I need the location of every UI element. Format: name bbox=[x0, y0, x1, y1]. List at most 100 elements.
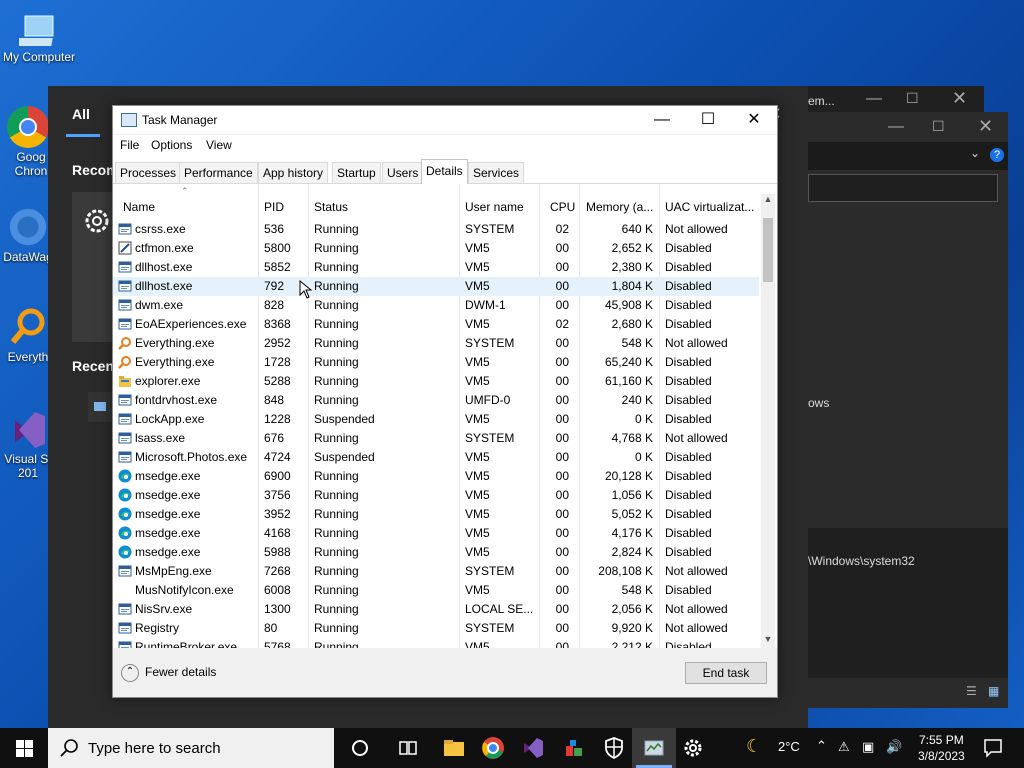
cell-name: MusNotifyIcon.exe bbox=[135, 583, 234, 597]
file-explorer-icon[interactable] bbox=[442, 736, 466, 760]
large-icons-view-icon[interactable]: ▦ bbox=[988, 684, 999, 698]
table-row[interactable]: lsass.exe 676 Running SYSTEM 00 4,768 K Not al… bbox=[113, 429, 759, 448]
table-row[interactable]: LockApp.exe 1228 Suspended VM5 00 0 K Disabled bbox=[113, 410, 759, 429]
search-icon bbox=[60, 739, 78, 757]
maximize-icon[interactable]: ☐ bbox=[932, 118, 945, 135]
notification-center-icon[interactable] bbox=[981, 736, 1005, 760]
table-row[interactable]: explorer.exe 5288 Running VM5 00 61,160 K Disa… bbox=[113, 372, 759, 391]
minimize-button[interactable]: — bbox=[639, 106, 685, 134]
tab-startup[interactable]: Startup bbox=[332, 162, 381, 183]
table-row[interactable]: EoAExperiences.exe 8368 Running VM5 02 2,680 … bbox=[113, 315, 759, 334]
taskbar-search-box[interactable]: Type here to search bbox=[48, 728, 334, 768]
table-row[interactable]: NisSrv.exe 1300 Running LOCAL SE... 00 2,056 … bbox=[113, 600, 759, 619]
maximize-button[interactable]: ☐ bbox=[685, 106, 731, 134]
column-header-status[interactable]: Status bbox=[314, 198, 348, 216]
close-button[interactable]: ✕ bbox=[731, 106, 777, 134]
table-row[interactable]: msedge.exe 6900 Running VM5 00 20,128 K Disabl… bbox=[113, 467, 759, 486]
tab-processes[interactable]: Processes bbox=[115, 162, 182, 183]
table-row[interactable]: dllhost.exe 5852 Running VM5 00 2,380 K Disabl… bbox=[113, 258, 759, 277]
table-row[interactable]: Everything.exe 1728 Running VM5 00 65,240 K Di… bbox=[113, 353, 759, 372]
details-view-icon[interactable]: ☰ bbox=[966, 684, 977, 698]
taskbar-task-manager-active[interactable] bbox=[632, 728, 676, 768]
column-header-uac[interactable]: UAC virtualizat... bbox=[665, 198, 754, 216]
menu-options[interactable]: Options bbox=[151, 138, 192, 152]
window-icon bbox=[118, 298, 132, 312]
close-icon[interactable]: ✕ bbox=[952, 88, 967, 109]
column-header-user-name[interactable]: User name bbox=[465, 198, 524, 216]
chevron-down-icon[interactable]: ⌄ bbox=[970, 146, 980, 160]
desktop-icon-my-computer[interactable]: My Computer bbox=[0, 10, 78, 64]
table-row[interactable]: MusNotifyIcon.exe 6008 Running VM5 00 548 K Di… bbox=[113, 581, 759, 600]
scroll-up-icon[interactable]: ▲ bbox=[761, 194, 775, 204]
tab-services[interactable]: Services bbox=[468, 162, 525, 183]
table-row[interactable]: dllhost.exe 792 Running VM5 00 1,804 K Disable… bbox=[113, 277, 759, 296]
clock-date: 3/8/2023 bbox=[918, 749, 965, 763]
column-header-memory[interactable]: Memory (a... bbox=[586, 198, 653, 216]
security-shield-icon[interactable] bbox=[602, 736, 626, 760]
column-header-pid[interactable]: PID bbox=[264, 198, 284, 216]
cell-mem: 4,176 K bbox=[611, 526, 653, 540]
close-icon[interactable]: ✕ bbox=[978, 116, 993, 137]
cell-uac: Disabled bbox=[665, 298, 712, 312]
table-row[interactable]: fontdrvhost.exe 848 Running UMFD-0 00 240 K Di… bbox=[113, 391, 759, 410]
cell-status: Running bbox=[314, 602, 359, 616]
table-row[interactable]: msedge.exe 5988 Running VM5 00 2,824 K Disable… bbox=[113, 543, 759, 562]
cell-cpu: 00 bbox=[555, 412, 569, 426]
column-header-cpu[interactable]: CPU bbox=[550, 198, 575, 216]
table-row[interactable]: msedge.exe 3756 Running VM5 00 1,056 K Disable… bbox=[113, 486, 759, 505]
fewer-details-button[interactable]: ⌃ Fewer details bbox=[121, 664, 216, 682]
maximize-icon[interactable]: ☐ bbox=[906, 90, 919, 107]
tab-app-history[interactable]: App history bbox=[258, 162, 329, 183]
table-row[interactable]: Everything.exe 2952 Running SYSTEM 00 548 K No… bbox=[113, 334, 759, 353]
table-row[interactable]: RuntimeBroker.exe 5768 Running VM5 00 2,212 K… bbox=[113, 638, 759, 648]
table-row[interactable]: Registry 80 Running SYSTEM 00 9,920 K Not allo… bbox=[113, 619, 759, 638]
minimize-icon[interactable]: — bbox=[866, 90, 882, 108]
table-row[interactable]: MsMpEng.exe 7268 Running SYSTEM 00 208,108 K N… bbox=[113, 562, 759, 581]
table-row[interactable]: msedge.exe 3952 Running VM5 00 5,052 K Disable… bbox=[113, 505, 759, 524]
scroll-down-icon[interactable]: ▼ bbox=[761, 634, 775, 644]
taskbar: Type here to search ☾ 2°C ⌃ ⚠ ▣ 🔊 7:55 P… bbox=[0, 728, 1024, 768]
end-task-button[interactable]: End task bbox=[685, 662, 767, 684]
recent-item[interactable] bbox=[88, 392, 112, 422]
title-bar[interactable]: Task Manager — ☐ ✕ bbox=[113, 106, 777, 134]
cell-cpu: 00 bbox=[555, 450, 569, 464]
tab-users[interactable]: Users bbox=[382, 162, 424, 183]
tab-details[interactable]: Details bbox=[421, 159, 468, 184]
visual-studio-icon[interactable] bbox=[521, 736, 545, 760]
system-clock[interactable]: 7:55 PM 3/8/2023 bbox=[918, 732, 965, 764]
window-title: Task Manager bbox=[142, 113, 218, 127]
volume-icon[interactable]: 🔊 bbox=[886, 739, 902, 755]
defender-tray-icon[interactable]: ⚠ bbox=[838, 739, 850, 755]
column-header-name[interactable]: Name bbox=[123, 198, 155, 216]
start-button[interactable] bbox=[0, 728, 48, 768]
table-row[interactable]: csrss.exe 536 Running SYSTEM 02 640 K Not allo… bbox=[113, 220, 759, 239]
recommended-card[interactable] bbox=[72, 192, 112, 342]
table-row[interactable]: Microsoft.Photos.exe 4724 Suspended VM5 00 0 … bbox=[113, 448, 759, 467]
tab-performance[interactable]: Performance bbox=[179, 162, 258, 183]
table-row[interactable]: ctfmon.exe 5800 Running VM5 00 2,652 K Disable… bbox=[113, 239, 759, 258]
cell-name: msedge.exe bbox=[135, 545, 201, 559]
tab-all[interactable]: All bbox=[72, 106, 90, 122]
weather-temperature[interactable]: 2°C bbox=[778, 739, 800, 754]
chevron-up-icon[interactable]: ⌃ bbox=[816, 738, 827, 754]
table-row[interactable]: msedge.exe 4168 Running VM5 00 4,176 K Disable… bbox=[113, 524, 759, 543]
weather-moon-icon[interactable]: ☾ bbox=[746, 736, 762, 757]
vertical-scrollbar[interactable]: ▲ ▼ bbox=[761, 194, 775, 648]
chrome-icon[interactable] bbox=[481, 736, 505, 760]
scrollbar-thumb[interactable] bbox=[763, 218, 773, 282]
cortana-icon[interactable] bbox=[348, 736, 372, 760]
settings-gear-icon[interactable] bbox=[681, 736, 705, 760]
app-icon[interactable] bbox=[562, 736, 586, 760]
table-row[interactable]: dwm.exe 828 Running DWM-1 00 45,908 K Disabled bbox=[113, 296, 759, 315]
help-icon[interactable]: ? bbox=[990, 148, 1004, 162]
cell-name: MsMpEng.exe bbox=[135, 564, 212, 578]
cell-name: NisSrv.exe bbox=[135, 602, 193, 616]
menu-view[interactable]: View bbox=[206, 138, 232, 152]
menu-file[interactable]: File bbox=[120, 138, 139, 152]
network-icon[interactable]: ▣ bbox=[862, 739, 874, 755]
cell-mem: 240 K bbox=[621, 393, 653, 407]
minimize-icon[interactable]: — bbox=[888, 118, 904, 136]
address-bar[interactable] bbox=[808, 174, 998, 202]
task-view-icon[interactable] bbox=[396, 736, 420, 760]
cell-user: UMFD-0 bbox=[465, 393, 511, 407]
